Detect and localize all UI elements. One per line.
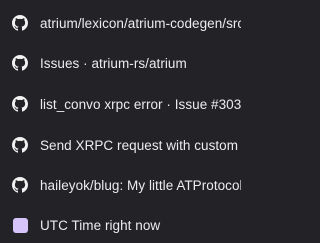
tab-item[interactable]: UTC Time right now — [0, 207, 241, 243]
github-icon — [12, 96, 28, 112]
tab-title: Issues · atrium-rs/atrium — [40, 55, 187, 71]
tab-item[interactable]: Issues · atrium-rs/atrium — [0, 45, 241, 81]
tab-item[interactable]: haileyok/blug: My little ATProtocol — [0, 167, 241, 203]
tab-title: atrium/lexicon/atrium-codegen/src — [40, 15, 241, 31]
tab-list: atrium/lexicon/atrium-codegen/src Issues… — [0, 0, 241, 242]
github-icon — [12, 137, 28, 153]
tab-item[interactable]: atrium/lexicon/atrium-codegen/src — [0, 5, 241, 41]
github-icon — [12, 15, 28, 31]
tab-title: Send XRPC request with custom — [40, 137, 239, 153]
tab-title: UTC Time right now — [40, 217, 161, 233]
lavender-square-icon — [12, 217, 28, 233]
github-icon — [12, 177, 28, 193]
github-icon — [12, 55, 28, 71]
favicon-swatch — [12, 217, 28, 233]
tab-item[interactable]: list_convo xrpc error · Issue #303 — [0, 86, 241, 122]
tab-title: list_convo xrpc error · Issue #303 — [40, 96, 241, 112]
tab-title: haileyok/blug: My little ATProtocol — [40, 177, 241, 193]
tab-item[interactable]: Send XRPC request with custom — [0, 127, 241, 163]
